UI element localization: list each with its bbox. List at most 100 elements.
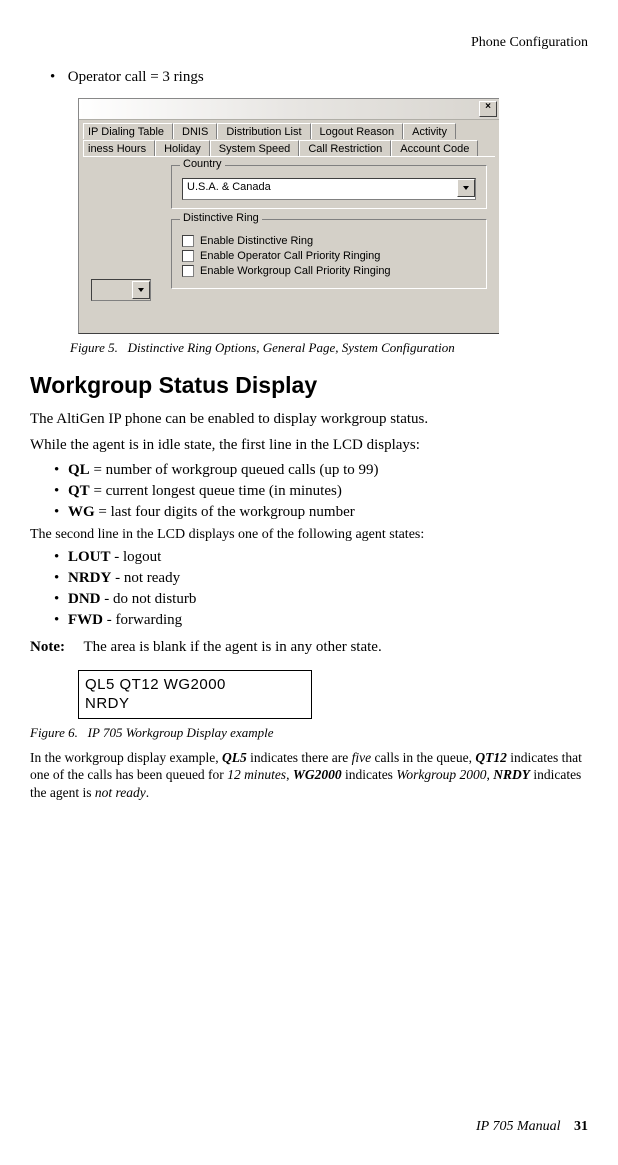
tab-activity[interactable]: Activity	[403, 123, 456, 139]
exp-t4: ,	[286, 767, 293, 782]
agent-state-list: •LOUT - logout •NRDY - not ready •DND - …	[54, 549, 588, 629]
list-item: •QL = number of workgroup queued calls (…	[54, 462, 588, 479]
list-item: •LOUT - logout	[54, 549, 588, 566]
list-item: •FWD - forwarding	[54, 612, 588, 629]
qt-desc: = current longest queue time (in minutes…	[90, 483, 342, 499]
dnd-desc: - do not disturb	[101, 591, 197, 607]
fwd-label: FWD	[68, 612, 103, 628]
note-text: The area is blank if the agent is in any…	[83, 639, 381, 655]
exp-t2: calls in the queue,	[371, 750, 475, 765]
wg-desc: = last four digits of the workgroup numb…	[95, 504, 355, 520]
tab-account-code[interactable]: Account Code	[391, 140, 478, 156]
intro-paragraph-2: While the agent is in idle state, the fi…	[30, 435, 588, 455]
bullet-dot: •	[50, 69, 64, 86]
list-item: •NRDY - not ready	[54, 570, 588, 587]
exp-i1: five	[352, 750, 372, 765]
country-group: Country U.S.A. & Canada	[171, 165, 487, 209]
operator-call-bullet: • Operator call = 3 rings	[50, 69, 588, 86]
enable-operator-priority-row[interactable]: Enable Operator Call Priority Ringing	[182, 250, 476, 262]
group-area: Country U.S.A. & Canada Distinctive Ring…	[171, 165, 487, 315]
dialog-titlebar: ×	[79, 99, 499, 120]
tab-holiday[interactable]: Holiday	[155, 140, 210, 156]
lout-desc: - logout	[111, 549, 162, 565]
tab-dnis[interactable]: DNIS	[173, 123, 217, 139]
checkbox-icon[interactable]	[182, 265, 194, 277]
chevron-down-icon[interactable]	[457, 179, 475, 197]
wg-label: WG	[68, 504, 95, 520]
list-item: •WG = last four digits of the workgroup …	[54, 504, 588, 521]
note-label: Note:	[30, 639, 80, 656]
tab-panel: Country U.S.A. & Canada Distinctive Ring…	[83, 156, 495, 325]
intro-paragraph-1: The AltiGen IP phone can be enabled to d…	[30, 409, 588, 429]
lcd-display: QL5 QT12 WG2000 NRDY	[78, 670, 312, 719]
exp-b2: QT12	[475, 750, 507, 765]
fwd-desc: - forwarding	[103, 612, 182, 628]
operator-call-text: Operator call = 3 rings	[68, 69, 204, 85]
footer-manual: IP 705 Manual	[476, 1119, 561, 1134]
tab-dist-list[interactable]: Distribution List	[217, 123, 310, 139]
ring-opt2-label: Enable Operator Call Priority Ringing	[200, 250, 380, 262]
dialog-body: IP Dialing Table DNIS Distribution List …	[79, 120, 499, 333]
page-footer: IP 705 Manual 31	[476, 1119, 588, 1135]
exp-t5: indicates	[342, 767, 397, 782]
country-combo[interactable]: U.S.A. & Canada	[182, 178, 476, 200]
close-icon[interactable]: ×	[479, 101, 497, 117]
country-legend: Country	[180, 158, 225, 170]
ring-opt3-label: Enable Workgroup Call Priority Ringing	[200, 265, 391, 277]
figure6-text: IP 705 Workgroup Display example	[88, 725, 274, 740]
list-item: •DND - do not disturb	[54, 591, 588, 608]
ring-opt1-label: Enable Distinctive Ring	[200, 235, 313, 247]
figure6-label: Figure 6.	[30, 725, 78, 740]
truncated-combo[interactable]	[91, 279, 151, 301]
nrdy-label: NRDY	[68, 570, 111, 586]
figure5-caption: Figure 5. Distinctive Ring Options, Gene…	[70, 340, 588, 356]
footer-page: 31	[574, 1119, 588, 1134]
enable-workgroup-priority-row[interactable]: Enable Workgroup Call Priority Ringing	[182, 265, 476, 277]
figure5-screenshot: × IP Dialing Table DNIS Distribution Lis…	[78, 98, 588, 334]
first-line-list: •QL = number of workgroup queued calls (…	[54, 462, 588, 521]
tab-row-2: iness Hours Holiday System Speed Call Re…	[83, 139, 495, 156]
left-combo-area	[91, 165, 161, 315]
figure6-lcd: QL5 QT12 WG2000 NRDY	[78, 670, 588, 719]
tab-business-hours[interactable]: iness Hours	[83, 140, 155, 156]
page-header-section: Phone Configuration	[30, 35, 588, 51]
exp-i2: 12 minutes	[227, 767, 286, 782]
lout-label: LOUT	[68, 549, 111, 565]
figure5-label: Figure 5.	[70, 340, 118, 355]
checkbox-icon[interactable]	[182, 235, 194, 247]
chevron-down-icon[interactable]	[132, 281, 150, 299]
checkbox-icon[interactable]	[182, 250, 194, 262]
lcd-line2: NRDY	[85, 694, 305, 714]
dialog-window: × IP Dialing Table DNIS Distribution Lis…	[78, 98, 499, 334]
exp-b3: WG2000	[293, 767, 342, 782]
ql-desc: = number of workgroup queued calls (up t…	[90, 462, 379, 478]
enable-distinctive-ring-row[interactable]: Enable Distinctive Ring	[182, 235, 476, 247]
nrdy-desc: - not ready	[111, 570, 180, 586]
explanation-paragraph: In the workgroup display example, QL5 in…	[30, 749, 588, 802]
qt-label: QT	[68, 483, 90, 499]
ring-legend: Distinctive Ring	[180, 212, 262, 224]
list-item: •QT = current longest queue time (in min…	[54, 483, 588, 500]
figure5-text: Distinctive Ring Options, General Page, …	[128, 340, 455, 355]
distinctive-ring-group: Distinctive Ring Enable Distinctive Ring…	[171, 219, 487, 289]
ql-label: QL	[68, 462, 90, 478]
section-heading: Workgroup Status Display	[30, 372, 588, 399]
exp-t8: .	[146, 785, 149, 800]
exp-i4: not ready	[95, 785, 146, 800]
dnd-label: DND	[68, 591, 101, 607]
tab-ip-dialing[interactable]: IP Dialing Table	[83, 123, 173, 139]
exp-pre: In the workgroup display example,	[30, 750, 222, 765]
exp-b1: QL5	[222, 750, 247, 765]
tab-row-1: IP Dialing Table DNIS Distribution List …	[83, 122, 495, 139]
tab-system-speed[interactable]: System Speed	[210, 140, 300, 156]
tab-logout-reason[interactable]: Logout Reason	[311, 123, 404, 139]
exp-t1: indicates there are	[247, 750, 352, 765]
exp-b4: NRDY	[493, 767, 530, 782]
figure6-caption: Figure 6. IP 705 Workgroup Display examp…	[30, 725, 588, 741]
tab-call-restriction[interactable]: Call Restriction	[299, 140, 391, 156]
note-line: Note: The area is blank if the agent is …	[30, 639, 588, 656]
country-value: U.S.A. & Canada	[183, 179, 457, 199]
second-line-intro: The second line in the LCD displays one …	[30, 527, 588, 543]
exp-i3: Workgroup 2000	[396, 767, 486, 782]
lcd-line1: QL5 QT12 WG2000	[85, 675, 305, 695]
